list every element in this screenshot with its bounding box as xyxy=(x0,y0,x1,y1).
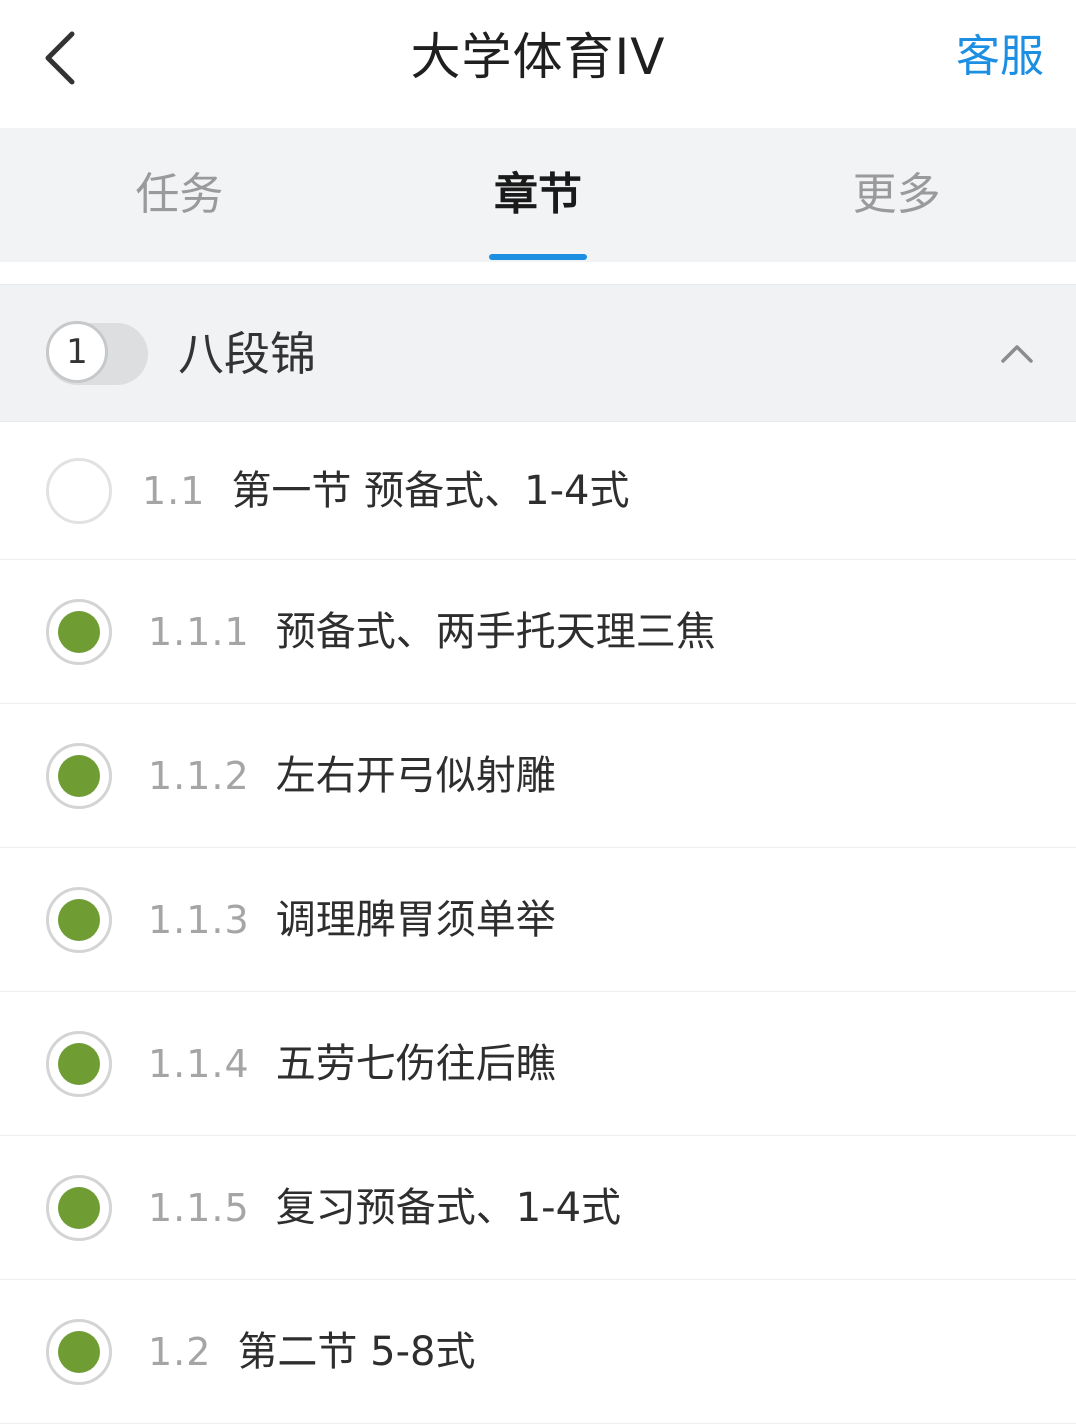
tab-tasks-label: 任务 xyxy=(135,169,224,220)
list-item-number: 1.2 xyxy=(148,1329,212,1374)
customer-service-button[interactable]: 客服 xyxy=(956,24,1044,90)
tab-bar: 任务 章节 更多 xyxy=(0,128,1076,262)
list-item-text: 1.1.5 复习预备式、1-4式 xyxy=(148,1178,621,1238)
list-item-number: 1.1.2 xyxy=(148,753,250,798)
list-item-number: 1.1.1 xyxy=(148,609,250,654)
tab-tasks[interactable]: 任务 xyxy=(0,128,359,262)
status-done-icon xyxy=(46,1030,112,1097)
list-item[interactable]: 1.1.2 左右开弓似射雕 xyxy=(0,704,1076,848)
tab-chapters-label: 章节 xyxy=(494,169,582,220)
course-chapter-screen: 大学体育IV 客服 任务 章节 更多 1 八段锦 1.1 第一节 预备式、1-4式 xyxy=(0,0,1076,1424)
status-pending-icon xyxy=(46,457,112,524)
list-item[interactable]: 1.2 第二节 5-8式 xyxy=(0,1280,1076,1424)
list-item-text: 1.2 第二节 5-8式 xyxy=(148,1322,475,1382)
tab-more-label: 更多 xyxy=(852,169,941,220)
tabs-divider-gap xyxy=(0,262,1076,284)
list-item-text: 1.1 第一节 预备式、1-4式 xyxy=(142,461,629,521)
list-item[interactable]: 1.1.5 复习预备式、1-4式 xyxy=(0,1136,1076,1280)
status-done-icon xyxy=(46,742,112,809)
list-item-label: 五劳七伤往后瞧 xyxy=(275,1040,556,1087)
list-item-label: 第一节 预备式、1-4式 xyxy=(231,467,630,514)
list-item-label: 预备式、两手托天理三焦 xyxy=(275,608,716,655)
list-item-text: 1.1.4 五劳七伤往后瞧 xyxy=(148,1034,556,1094)
list-item-label: 调理脾胃须单举 xyxy=(275,896,556,943)
tab-more[interactable]: 更多 xyxy=(717,128,1076,262)
list-item-label: 左右开弓似射雕 xyxy=(275,752,556,799)
list-item-number: 1.1.3 xyxy=(148,897,250,942)
lesson-list: 1.1 第一节 预备式、1-4式 1.1.1 预备式、两手托天理三焦 1.1.2 左右… xyxy=(0,422,1076,1424)
list-item-text: 1.1.3 调理脾胃须单举 xyxy=(148,890,556,950)
list-item[interactable]: 1.1.1 预备式、两手托天理三焦 xyxy=(0,560,1076,704)
list-item[interactable]: 1.1.4 五劳七伤往后瞧 xyxy=(0,992,1076,1136)
list-item[interactable]: 1.1.3 调理脾胃须单举 xyxy=(0,848,1076,992)
chapter-header[interactable]: 1 八段锦 xyxy=(0,284,1076,422)
status-done-icon xyxy=(46,886,112,953)
list-item-text: 1.1.1 预备式、两手托天理三焦 xyxy=(148,602,716,662)
chapter-title: 八段锦 xyxy=(178,327,316,381)
status-done-icon xyxy=(46,598,112,665)
status-done-icon xyxy=(46,1174,112,1241)
active-tab-indicator xyxy=(489,254,587,260)
chevron-up-icon[interactable] xyxy=(998,335,1036,373)
list-item-number: 1.1 xyxy=(142,468,206,513)
list-item-label: 第二节 5-8式 xyxy=(237,1328,476,1375)
top-bar: 大学体育IV 客服 xyxy=(0,0,1076,128)
list-item-label: 复习预备式、1-4式 xyxy=(275,1184,622,1231)
list-item-number: 1.1.4 xyxy=(148,1041,250,1086)
tab-chapters[interactable]: 章节 xyxy=(359,128,718,262)
list-item-number: 1.1.5 xyxy=(148,1185,250,1230)
page-title: 大学体育IV xyxy=(410,28,666,86)
list-item-text: 1.1.2 左右开弓似射雕 xyxy=(148,746,556,806)
status-done-icon xyxy=(46,1318,112,1385)
list-item[interactable]: 1.1 第一节 预备式、1-4式 xyxy=(0,422,1076,560)
chapter-number-badge: 1 xyxy=(46,321,108,383)
